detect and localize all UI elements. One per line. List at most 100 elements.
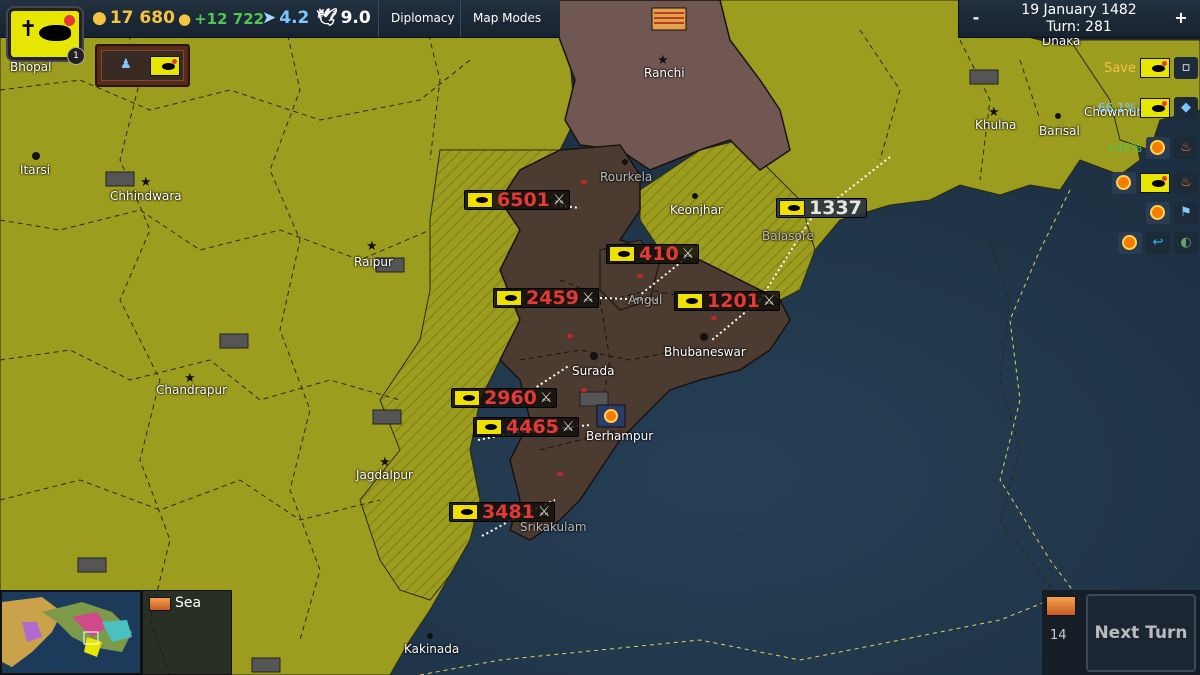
stat-row-5[interactable]: ↩ ◐ — [1118, 231, 1200, 255]
svg-text:★: ★ — [366, 239, 378, 254]
army-size: 2960 — [484, 387, 537, 409]
flag-level-badge: 1 — [67, 47, 85, 65]
map-modes-button[interactable]: Map Modes — [460, 0, 553, 37]
city-kakinada[interactable]: Kakinada — [404, 642, 459, 656]
diplomacy-stat[interactable]: 🕊 9.0 — [316, 8, 371, 28]
income-coins-icon: ● — [178, 10, 192, 28]
vassal-flag-icon — [150, 56, 180, 76]
next-turn-counter: 14 — [1050, 628, 1067, 643]
terrain-name: Sea — [175, 595, 202, 611]
row1-flag-icon — [1140, 98, 1170, 118]
city-barisal[interactable]: Barisal — [1039, 124, 1080, 138]
gold-value: 17 680 — [109, 8, 175, 28]
soldier-icon: ♟ — [120, 57, 132, 72]
sunset-icon — [1046, 596, 1076, 616]
percent-value-1: 66.1% — [1097, 101, 1136, 115]
army-flag — [467, 192, 493, 208]
stat-row-4[interactable]: ⚑ — [1146, 201, 1200, 225]
stat-row-3[interactable]: ♨ — [1112, 171, 1200, 195]
coins-icon: ● — [92, 8, 107, 28]
army-size: 6501 — [497, 189, 550, 211]
city-angul[interactable]: Angul — [628, 293, 662, 307]
notification-dot — [64, 15, 75, 26]
army-flag — [677, 293, 703, 309]
terrain-icon — [149, 597, 171, 611]
stat-row-1[interactable]: 66.1% ◆ — [1098, 96, 1200, 120]
army-size: 410 — [639, 243, 679, 265]
sun-icon — [1146, 137, 1170, 159]
vassal-panel[interactable]: ♟ — [95, 44, 190, 87]
army-flag — [476, 419, 502, 435]
city-raipur[interactable]: Raipur — [354, 255, 393, 269]
save-row[interactable]: Save ▫ — [1104, 56, 1200, 80]
sun-icon — [1146, 202, 1170, 224]
army-size: 1337 — [809, 197, 862, 219]
army-size: 4465 — [506, 416, 559, 438]
flame-icon: ♨ — [1174, 137, 1198, 159]
row3-flag-icon — [1140, 173, 1170, 193]
city-bhubaneswar[interactable]: Bhubaneswar — [664, 345, 746, 359]
map[interactable]: ★ ★ ★ ★ ★ ★ — [0, 0, 1200, 675]
player-flag-button[interactable]: ✝ 1 — [8, 8, 85, 65]
city-balasore[interactable]: Balasore — [762, 229, 814, 243]
city-chhindwara[interactable]: Chhindwara — [110, 189, 182, 203]
army-6501[interactable]: 6501 ⚔ — [464, 189, 571, 211]
diplomacy-button[interactable]: Diplomacy — [378, 0, 467, 37]
svg-text:★: ★ — [140, 175, 152, 190]
movement-stat[interactable]: ➤ 4.2 — [262, 8, 309, 28]
city-itarsi[interactable]: Itarsi — [20, 163, 50, 177]
sun-emblem — [604, 409, 618, 423]
crossed-swords-icon: ⚔ — [539, 390, 553, 406]
diplomacy-value: 9.0 — [340, 8, 371, 28]
crossed-swords-icon: ⚔ — [762, 293, 776, 309]
city-khulna[interactable]: Khulna — [975, 118, 1016, 132]
save-disk-icon[interactable]: ▫ — [1174, 57, 1198, 79]
date-panel: - 19 January 1482 Turn: 281 + — [958, 0, 1200, 38]
speed-plus-button[interactable]: + — [1166, 0, 1196, 38]
crossed-swords-icon: ⚔ — [552, 192, 566, 208]
army-flag — [496, 290, 522, 306]
army-size: 3481 — [482, 501, 535, 523]
minimap-svg — [2, 592, 140, 673]
city-surada[interactable]: Surada — [572, 364, 614, 378]
army-4465[interactable]: 4465 ⚔ — [473, 416, 580, 438]
city-berhampur[interactable]: Berhampur — [586, 429, 653, 443]
save-label[interactable]: Save — [1104, 61, 1136, 76]
army-410[interactable]: 410 ⚔ — [606, 243, 700, 265]
top-bar: ● 17 680 ● +12 722 ➤ 4.2 🕊 9.0 Diplomacy Map… — [0, 0, 560, 38]
income-stat[interactable]: ● +12 722 — [178, 10, 264, 28]
movement-value: 4.2 — [279, 8, 310, 28]
next-turn-panel: 14 Next Turn — [1042, 590, 1200, 675]
army-3481[interactable]: 3481 ⚔ — [449, 501, 556, 523]
army-flag — [779, 200, 805, 216]
current-date: 19 January 1482 — [1021, 2, 1137, 18]
city-chandrapur[interactable]: Chandrapur — [156, 383, 227, 397]
crossed-swords-icon: ⚔ — [561, 419, 575, 435]
minimap[interactable] — [0, 590, 142, 675]
dove-icon: 🕊 — [316, 8, 338, 28]
army-flag — [452, 504, 478, 520]
water-drop-icon: ◆ — [1174, 97, 1198, 119]
army-flag — [609, 246, 635, 262]
next-turn-button[interactable]: Next Turn — [1086, 594, 1196, 672]
army-1201[interactable]: 1201 ⚔ — [674, 291, 781, 311]
city-rourkela[interactable]: Rourkela — [600, 170, 652, 184]
date-display: 19 January 1482 Turn: 281 — [999, 2, 1159, 36]
cross-icon: ✝ — [19, 17, 38, 42]
city-bhopal[interactable]: Bhopal — [10, 60, 51, 74]
city-keonjhar[interactable]: Keonjhar — [670, 203, 723, 217]
speed-minus-button[interactable]: - — [961, 0, 991, 38]
terrain-info[interactable]: Sea — [142, 590, 232, 675]
stat-row-2[interactable]: +45% ♨ — [1105, 136, 1200, 160]
army-size: 2459 — [526, 287, 579, 309]
city-jagdalpur[interactable]: Jagdalpur — [356, 468, 413, 482]
army-1337[interactable]: 1337 — [776, 198, 867, 218]
army-2960[interactable]: 2960 ⚔ — [451, 387, 558, 409]
army-flag — [454, 390, 480, 406]
flame-icon: ♨ — [1174, 172, 1198, 194]
gold-stat[interactable]: ● 17 680 — [92, 8, 175, 28]
city-ranchi[interactable]: Ranchi — [644, 66, 685, 80]
hook-icon: ↩ — [1146, 232, 1170, 254]
income-value: +12 722 — [194, 10, 265, 28]
army-2459[interactable]: 2459 ⚔ — [493, 287, 600, 309]
